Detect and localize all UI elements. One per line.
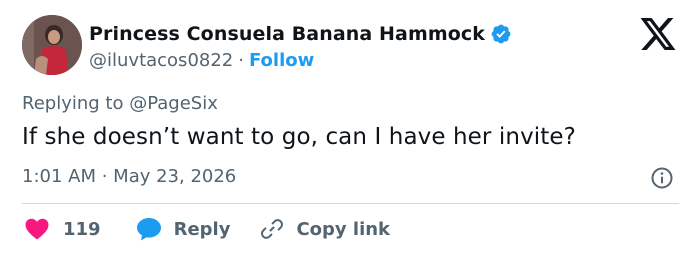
replying-to[interactable]: Replying to @PageSix bbox=[22, 93, 218, 114]
action-bar: 119 Reply Copy link bbox=[22, 215, 390, 243]
link-icon bbox=[261, 219, 284, 239]
handle-separator: · bbox=[238, 49, 244, 71]
reply-button[interactable]: Reply bbox=[136, 217, 231, 241]
follow-button[interactable]: Follow bbox=[249, 50, 314, 71]
tweet-date: May 23, 2026 bbox=[113, 166, 237, 187]
avatar[interactable] bbox=[22, 15, 82, 75]
reply-label: Reply bbox=[173, 218, 231, 240]
copy-link-label: Copy link bbox=[296, 218, 391, 240]
timestamp[interactable]: 1:01 AM · May 23, 2026 bbox=[22, 166, 236, 187]
heart-icon bbox=[25, 218, 49, 240]
timestamp-separator: · bbox=[96, 166, 114, 187]
author-name-row: Princess Consuela Banana Hammock bbox=[89, 20, 512, 48]
handle-row: @iluvtacos0822 · Follow bbox=[89, 47, 314, 73]
avatar-photo bbox=[22, 15, 82, 75]
copy-link-button[interactable]: Copy link bbox=[260, 217, 390, 241]
reply-bubble-icon bbox=[136, 218, 161, 241]
like-button[interactable]: 119 bbox=[25, 218, 101, 240]
info-icon[interactable] bbox=[650, 166, 674, 190]
x-logo-icon[interactable] bbox=[640, 18, 676, 50]
author-handle[interactable]: @iluvtacos0822 bbox=[89, 50, 233, 71]
display-name[interactable]: Princess Consuela Banana Hammock bbox=[89, 23, 485, 45]
divider bbox=[22, 203, 679, 204]
tweet-text: If she doesn’t want to go, can I have he… bbox=[22, 124, 576, 150]
verified-badge-icon bbox=[491, 24, 511, 44]
like-count: 119 bbox=[63, 218, 101, 240]
tweet-time: 1:01 AM bbox=[22, 166, 96, 187]
